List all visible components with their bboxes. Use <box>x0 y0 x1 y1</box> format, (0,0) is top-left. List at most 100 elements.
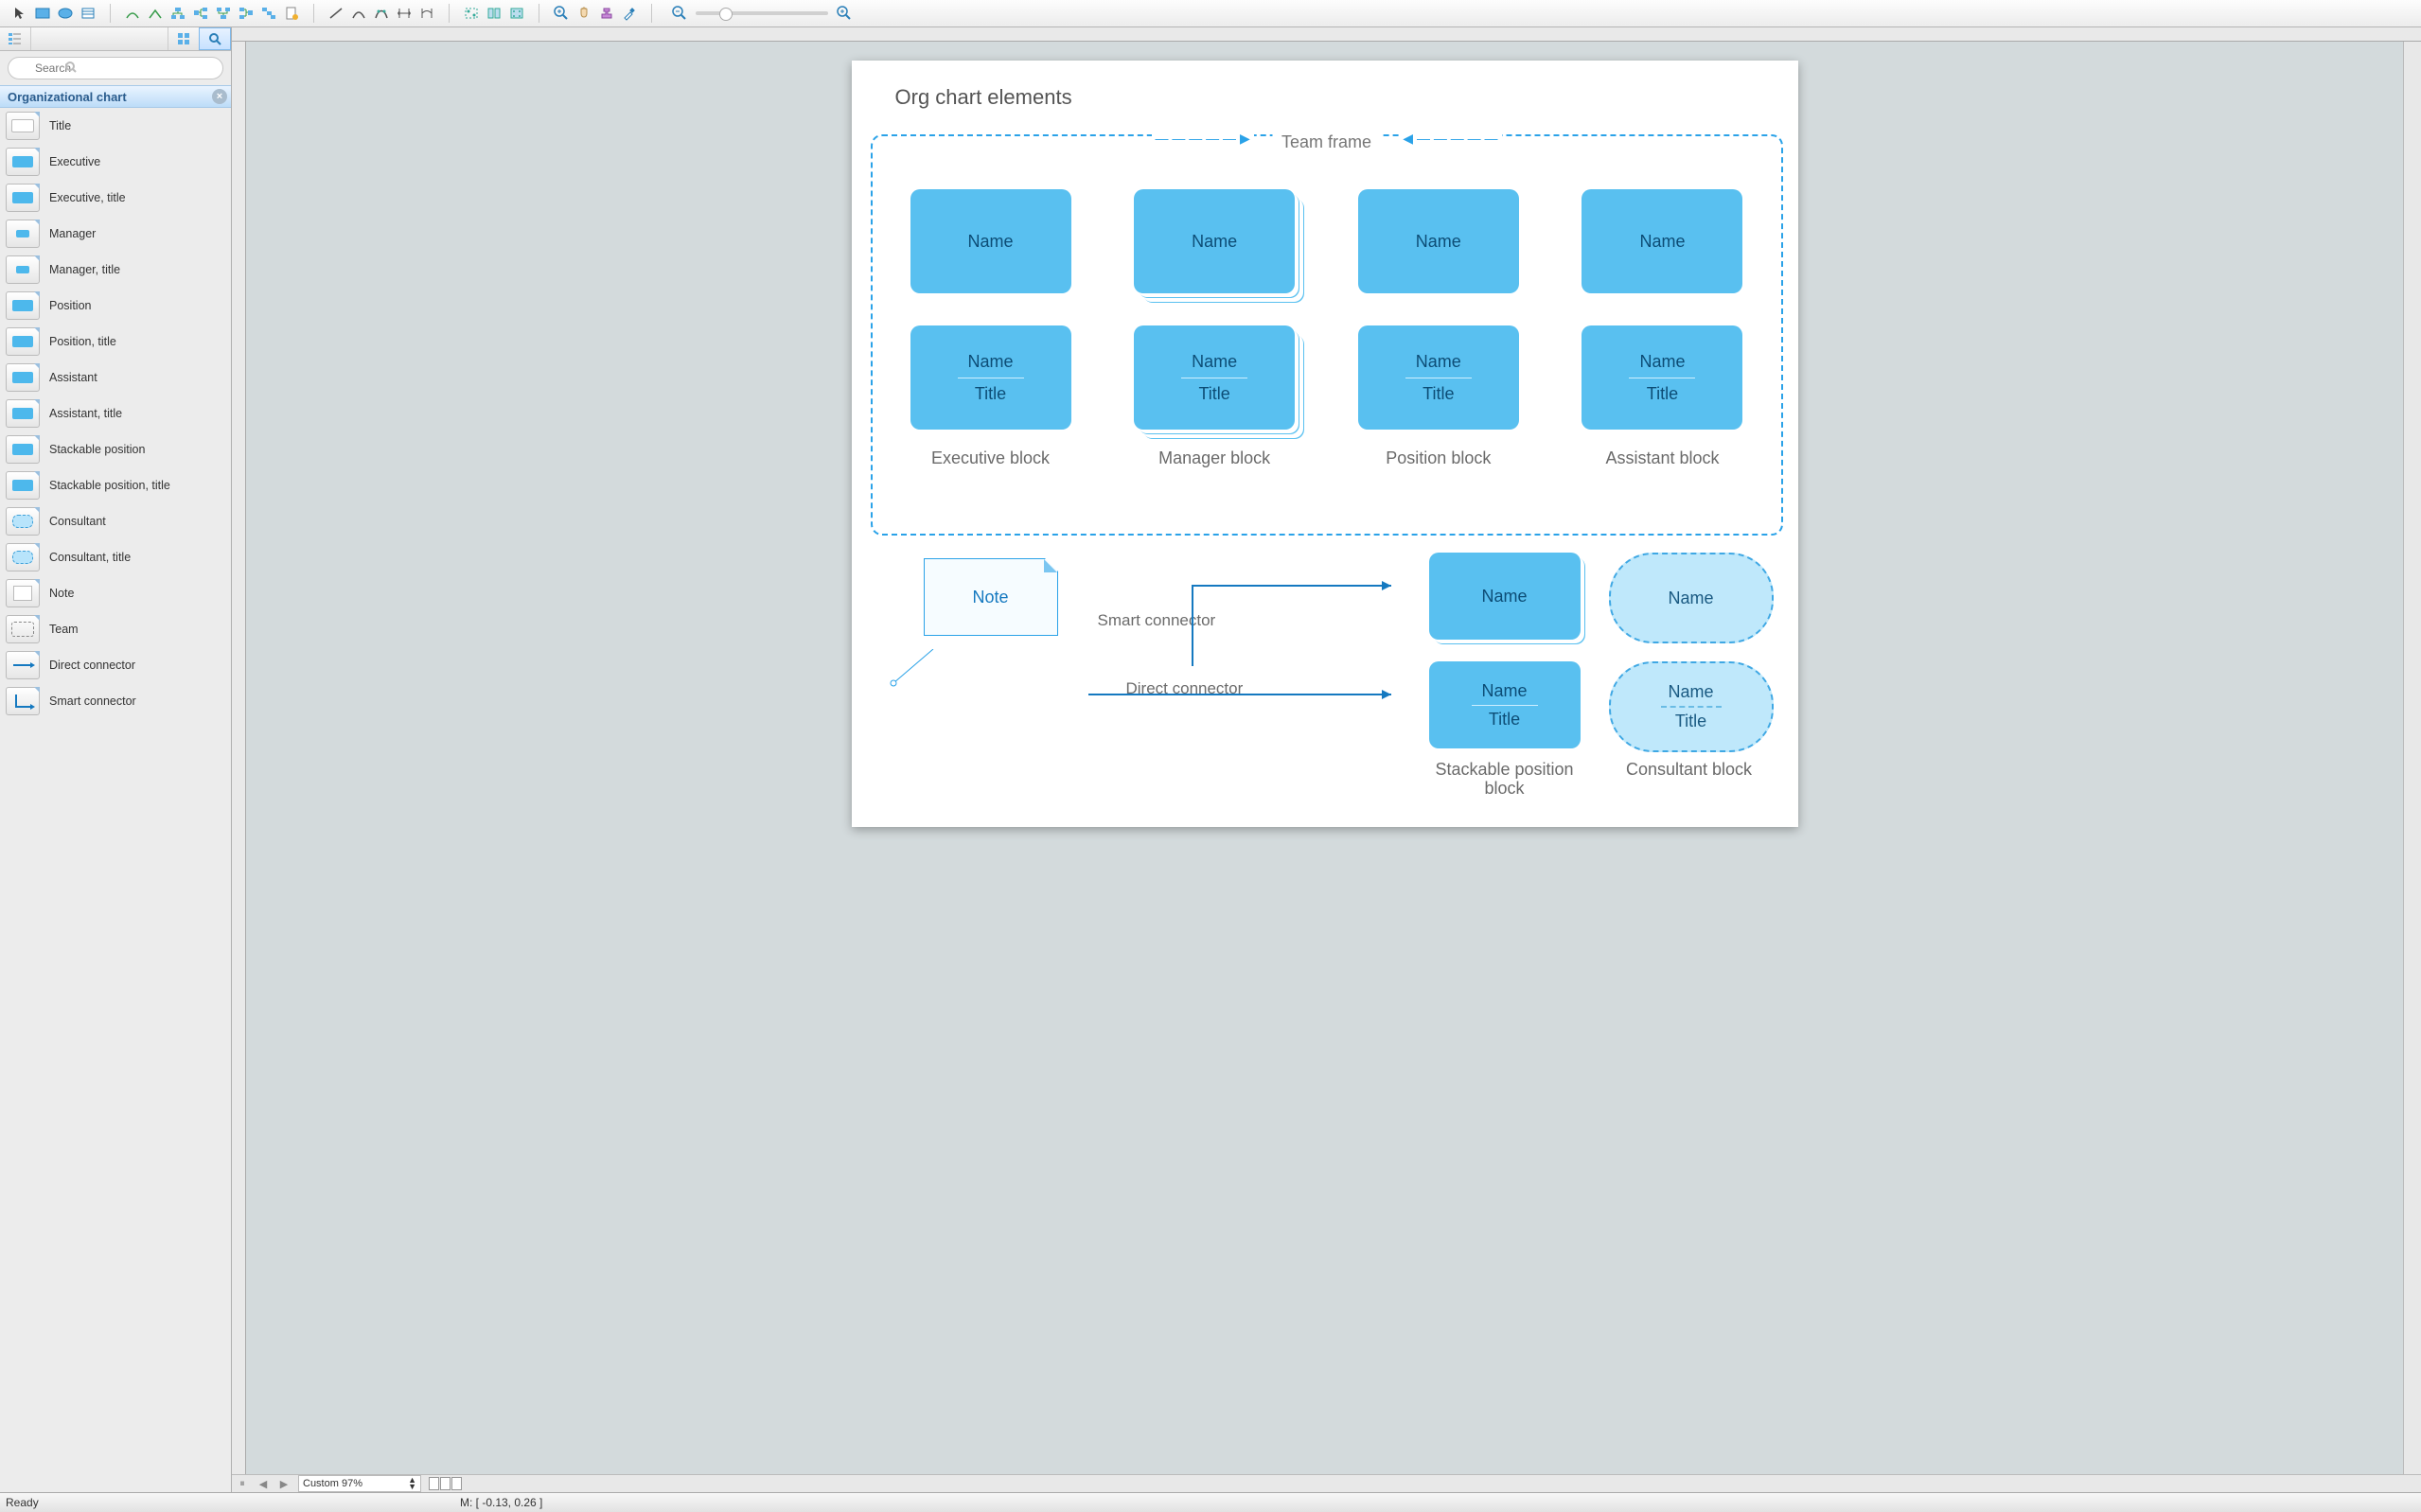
position-name-block[interactable]: Name <box>1358 189 1519 293</box>
grid-tool-3[interactable] <box>506 4 527 23</box>
drawing-page[interactable]: Org chart elements — — — — — ▶ Team fram… <box>852 61 1798 827</box>
stackable-title-block[interactable]: NameTitle <box>1429 661 1581 748</box>
shape-item-title[interactable]: Title <box>0 108 231 144</box>
search-tab-icon[interactable] <box>199 27 231 50</box>
assistant-name-block[interactable]: Name <box>1582 189 1742 293</box>
line-tool-3[interactable] <box>371 4 392 23</box>
connector-tool-2[interactable] <box>145 4 166 23</box>
shape-item-executive[interactable]: Executive <box>0 144 231 180</box>
line-tool-1[interactable] <box>326 4 346 23</box>
shape-item-stackable-position[interactable]: Stackable position <box>0 431 231 467</box>
page-thumbs[interactable] <box>429 1477 462 1490</box>
shape-label: Consultant, title <box>49 551 131 564</box>
consultant-name-block[interactable]: Name <box>1609 553 1774 643</box>
shape-thumb <box>6 471 40 500</box>
bottom-bar: ⏸ ◀ ▶ Custom 97%▲▼ <box>232 1474 2421 1492</box>
shape-label: Assistant <box>49 371 97 384</box>
tree-layout-1[interactable] <box>168 4 188 23</box>
stackable-name-block[interactable]: Name <box>1429 553 1581 640</box>
eyedropper-tool[interactable] <box>619 4 640 23</box>
col-label-executive: Executive block <box>910 448 1071 468</box>
shape-label: Stackable position, title <box>49 479 170 492</box>
sidebar: Organizational chart × Title Executive Exe… <box>0 27 232 1492</box>
prev-page-icon[interactable]: ◀ <box>256 1477 270 1490</box>
connector-tool-1[interactable] <box>122 4 143 23</box>
new-page-icon[interactable] <box>281 4 302 23</box>
grid-tool-2[interactable] <box>484 4 504 23</box>
shape-thumb <box>6 543 40 571</box>
zoom-slider[interactable] <box>696 11 828 15</box>
executive-name-block[interactable]: Name <box>910 189 1071 293</box>
shape-item-consultant-title[interactable]: Consultant, title <box>0 539 231 575</box>
manager-name-block[interactable]: Name <box>1134 189 1295 293</box>
note-shape[interactable]: Note <box>924 558 1058 636</box>
smart-connector-shape[interactable] <box>1079 571 1401 666</box>
library-tree-icon[interactable] <box>0 27 31 50</box>
zoom-field[interactable]: Custom 97%▲▼ <box>298 1475 421 1492</box>
canvas-scroll[interactable]: Org chart elements — — — — — ▶ Team fram… <box>246 42 2403 1474</box>
tree-layout-2[interactable] <box>190 4 211 23</box>
shape-item-position[interactable]: Position <box>0 288 231 324</box>
vertical-scrollbar[interactable] <box>2403 42 2421 1474</box>
section-title: Organizational chart <box>8 90 127 104</box>
shape-label: Executive, title <box>49 191 126 204</box>
shape-item-assistant-title[interactable]: Assistant, title <box>0 396 231 431</box>
stamp-tool[interactable] <box>596 4 617 23</box>
tree-layout-3[interactable] <box>213 4 234 23</box>
shape-label: Position, title <box>49 335 116 348</box>
rectangle-tool[interactable] <box>32 4 53 23</box>
shape-thumb <box>6 112 40 140</box>
shape-thumb <box>6 148 40 176</box>
position-title-block[interactable]: NameTitle <box>1358 325 1519 430</box>
line-tool-2[interactable] <box>348 4 369 23</box>
shape-item-stackable-position-title[interactable]: Stackable position, title <box>0 467 231 503</box>
shape-item-direct-connector[interactable]: Direct connector <box>0 647 231 683</box>
shape-item-consultant[interactable]: Consultant <box>0 503 231 539</box>
shape-item-note[interactable]: Note <box>0 575 231 611</box>
team-frame-shape[interactable]: — — — — — ▶ Team frame ◀ — — — — — Name … <box>871 134 1783 536</box>
stepper-icon[interactable]: ▲▼ <box>408 1477 416 1490</box>
zoom-in-icon[interactable] <box>551 4 572 23</box>
grid-tool-1[interactable] <box>461 4 482 23</box>
stackable-block-label: Stackable position block <box>1420 761 1590 799</box>
tree-layout-4[interactable] <box>236 4 256 23</box>
line-tool-5[interactable] <box>416 4 437 23</box>
shape-item-executive-title[interactable]: Executive, title <box>0 180 231 216</box>
zoom-in-icon-2[interactable] <box>834 4 855 23</box>
shape-item-team[interactable]: Team <box>0 611 231 647</box>
grid-view-icon[interactable] <box>168 27 199 50</box>
next-page-icon[interactable]: ▶ <box>277 1477 291 1490</box>
shape-item-manager-title[interactable]: Manager, title <box>0 252 231 288</box>
shape-item-manager[interactable]: Manager <box>0 216 231 252</box>
assistant-title-block[interactable]: NameTitle <box>1582 325 1742 430</box>
shape-label: Title <box>49 119 71 132</box>
pan-tool[interactable] <box>574 4 594 23</box>
select-tool[interactable] <box>9 4 30 23</box>
canvas-area: Org chart elements — — — — — ▶ Team fram… <box>232 27 2421 1492</box>
consultant-title-block[interactable]: NameTitle <box>1609 661 1774 752</box>
section-organizational-chart[interactable]: Organizational chart × <box>0 85 231 108</box>
note-leader-line <box>890 649 937 687</box>
zoom-out-icon[interactable] <box>669 4 690 23</box>
shape-item-position-title[interactable]: Position, title <box>0 324 231 360</box>
shape-label: Note <box>49 587 74 600</box>
line-tool-4[interactable] <box>394 4 415 23</box>
executive-title-block[interactable]: NameTitle <box>910 325 1071 430</box>
section-close-icon[interactable]: × <box>212 89 227 104</box>
shape-item-smart-connector[interactable]: Smart connector <box>0 683 231 719</box>
shape-thumb <box>6 651 40 679</box>
col-label-manager: Manager block <box>1134 448 1295 468</box>
shape-item-assistant[interactable]: Assistant <box>0 360 231 396</box>
ellipse-tool[interactable] <box>55 4 76 23</box>
tree-layout-5[interactable] <box>258 4 279 23</box>
pause-icon[interactable]: ⏸ <box>236 1477 249 1490</box>
search-input[interactable] <box>8 57 223 79</box>
manager-title-block[interactable]: NameTitle <box>1134 325 1295 430</box>
mouse-coords: M: [ -0.13, 0.26 ] <box>460 1496 542 1509</box>
direct-connector-shape[interactable] <box>1079 685 1401 704</box>
col-label-assistant: Assistant block <box>1582 448 1742 468</box>
table-tool[interactable] <box>78 4 98 23</box>
shape-thumb <box>6 184 40 212</box>
shape-thumb <box>6 687 40 715</box>
shape-label: Manager <box>49 227 96 240</box>
